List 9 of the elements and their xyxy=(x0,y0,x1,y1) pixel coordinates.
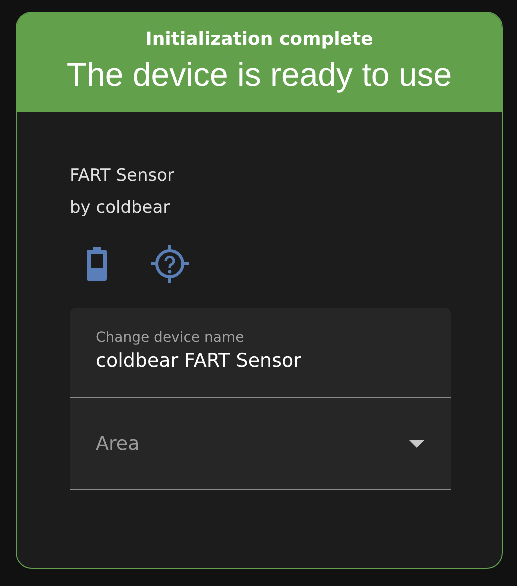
battery-icon xyxy=(87,247,107,281)
device-name-field[interactable]: Change device name coldbear FART Sensor xyxy=(70,308,451,398)
area-dropdown[interactable]: Area xyxy=(70,398,451,490)
caret-icon xyxy=(409,440,425,448)
device-manufacturer: by coldbear xyxy=(70,197,170,220)
banner-title: The device is ready to use xyxy=(66,56,452,94)
crosshair-question-icon xyxy=(151,245,189,283)
banner-subtitle: Initialization complete xyxy=(146,29,374,50)
device-name: FART Sensor xyxy=(70,165,174,188)
